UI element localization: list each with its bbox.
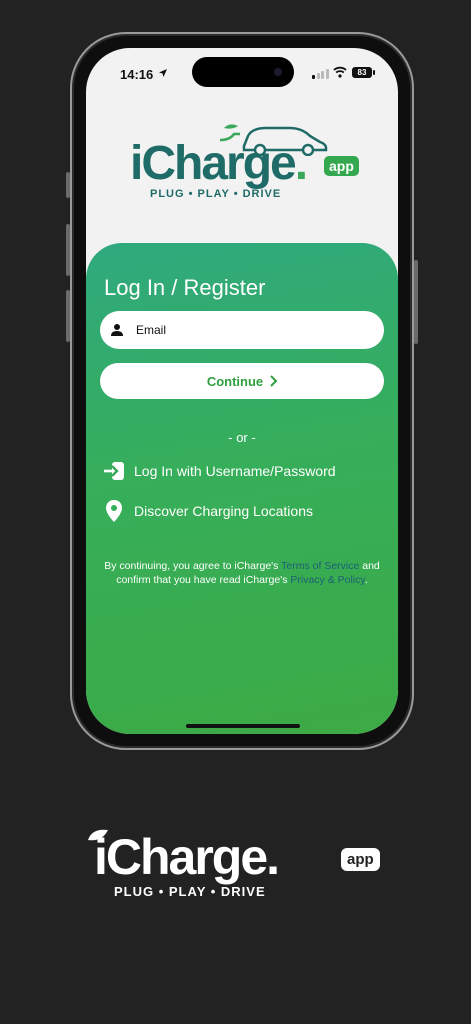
camera-icon <box>274 68 282 76</box>
phone-frame: 14:16 83 iCharge. app PLUG • PLAY • DRIV… <box>66 32 418 750</box>
logo-wordmark: iCharge. <box>130 137 308 190</box>
login-arrow-icon <box>104 462 124 480</box>
mute-switch <box>66 172 70 198</box>
volume-up-button <box>66 224 70 276</box>
map-pin-icon <box>106 500 122 522</box>
legal-notice: By continuing, you agree to iCharge's Te… <box>104 560 380 586</box>
status-bar: 14:16 83 <box>86 48 398 100</box>
volume-down-button <box>66 290 70 342</box>
logo-tagline: PLUG • PLAY • DRIVE <box>150 188 282 200</box>
person-icon <box>111 324 123 336</box>
continue-label: Continue <box>206 373 264 389</box>
continue-button[interactable]: Continue <box>100 363 384 399</box>
discover-locations-link[interactable]: Discover Charging Locations <box>102 499 313 523</box>
icharge-logo: iCharge. app PLUG • PLAY • DRIVE <box>130 120 360 210</box>
location-arrow-icon <box>159 69 167 77</box>
login-panel: Log In / Register Continue - or - <box>86 243 398 734</box>
status-time: 14:16 <box>120 67 154 82</box>
battery-tip <box>373 70 375 75</box>
chevron-right-icon <box>270 375 278 387</box>
login-title: Log In / Register <box>104 275 266 300</box>
username-login-link[interactable]: Log In with Username/Password <box>102 461 336 481</box>
dynamic-island <box>192 57 294 87</box>
or-divider: - or - <box>228 430 256 445</box>
phone-screen: 14:16 83 iCharge. app PLUG • PLAY • DRIV… <box>86 48 398 734</box>
username-login-label: Log In with Username/Password <box>134 463 336 479</box>
privacy-link[interactable]: Privacy & Policy <box>290 574 365 586</box>
email-input[interactable] <box>136 323 356 337</box>
logo-bottom-app-badge: app <box>341 848 380 871</box>
home-indicator <box>186 724 300 728</box>
discover-label: Discover Charging Locations <box>134 503 313 519</box>
battery-icon: 83 <box>352 67 372 78</box>
logo-bottom-tagline: PLUG • PLAY • DRIVE <box>114 884 266 899</box>
logo-bottom-wordmark: iCharge. <box>94 829 280 885</box>
cellular-signal-icon <box>312 69 329 79</box>
icharge-logo-bottom: iCharge. app PLUG • PLAY • DRIVE <box>86 826 386 906</box>
terms-link[interactable]: Terms of Service <box>281 560 359 572</box>
wifi-icon <box>333 66 347 78</box>
logo-app-badge: app <box>324 156 359 176</box>
power-button <box>414 260 418 344</box>
email-field[interactable] <box>100 311 384 349</box>
